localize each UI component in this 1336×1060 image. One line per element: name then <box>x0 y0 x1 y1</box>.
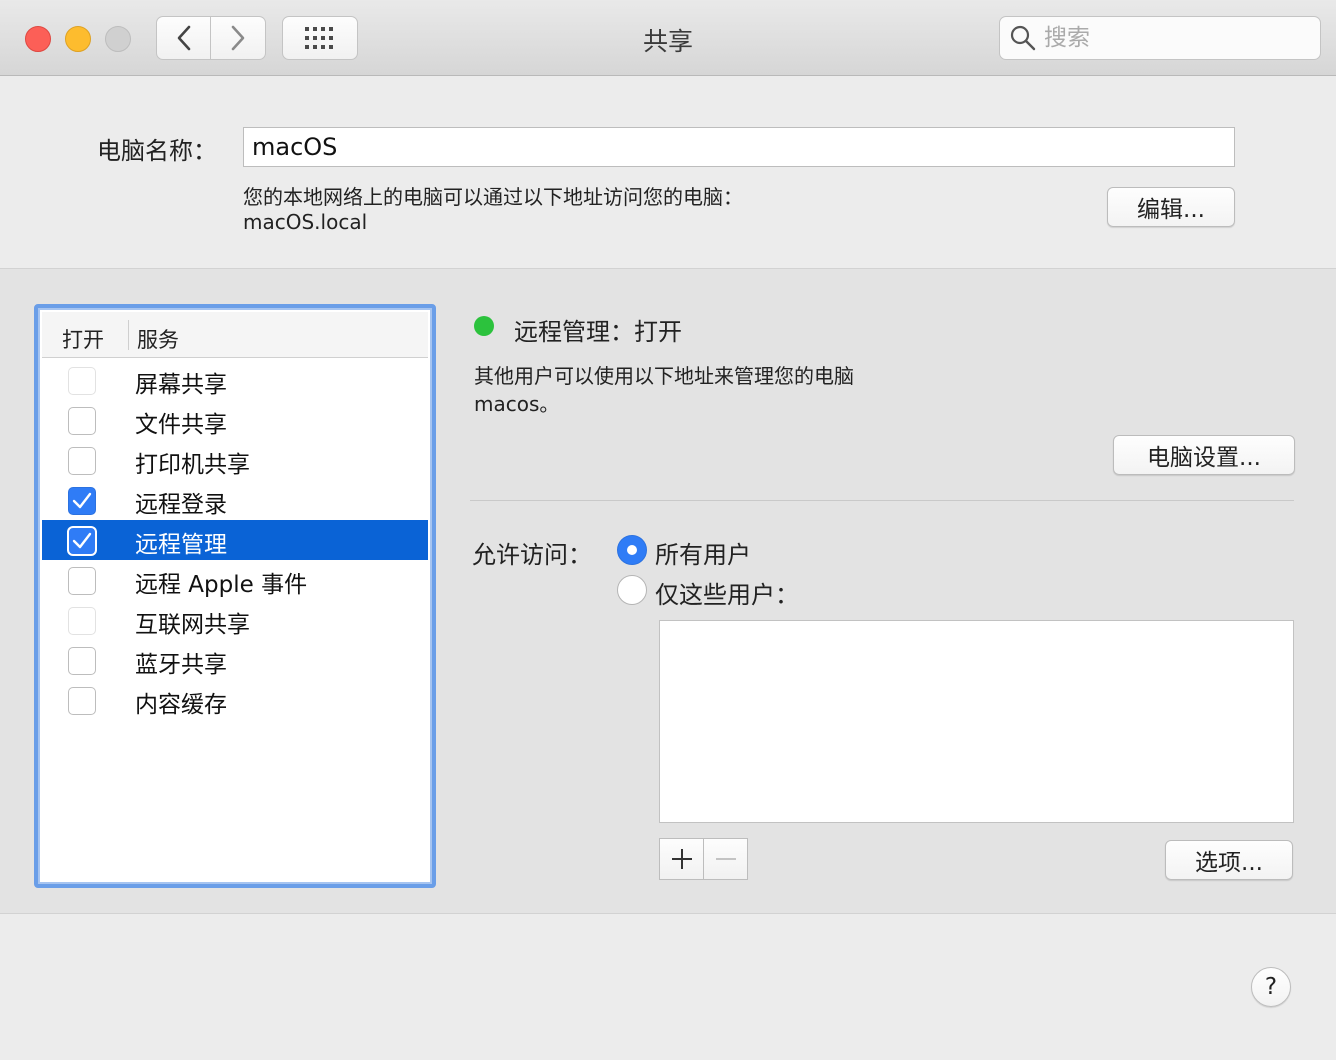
options-button[interactable]: 选项... <box>1165 840 1293 880</box>
search-icon <box>1010 25 1036 51</box>
checkbox[interactable] <box>68 607 96 635</box>
radio-only-these-users[interactable] <box>617 575 647 605</box>
column-divider <box>128 320 129 350</box>
checkbox[interactable] <box>68 407 96 435</box>
services-list-header: 打开 服务 <box>42 312 428 358</box>
service-label: 文件共享 <box>135 412 227 438</box>
management-hostname: macos。 <box>474 392 560 416</box>
service-label: 远程登录 <box>135 492 227 518</box>
column-header-on[interactable]: 打开 <box>62 324 104 354</box>
radio-dot <box>627 545 637 555</box>
add-user-button[interactable] <box>659 838 704 880</box>
service-label: 屏幕共享 <box>135 372 227 398</box>
separator <box>470 500 1294 501</box>
service-row-file-sharing[interactable]: 文件共享 <box>42 400 428 440</box>
service-label: 蓝牙共享 <box>135 652 227 678</box>
checkbox[interactable] <box>68 527 96 555</box>
local-hostname: macOS.local <box>243 210 368 234</box>
checkmark-icon <box>72 492 92 509</box>
checkbox[interactable] <box>68 647 96 675</box>
radio-all-users-label[interactable]: 所有用户 <box>655 535 751 570</box>
checkbox[interactable] <box>68 567 96 595</box>
radio-only-these-users-label[interactable]: 仅这些用户： <box>655 575 799 610</box>
checkbox[interactable] <box>68 487 96 515</box>
computer-name-label: 电脑名称： <box>97 137 217 165</box>
service-row-internet-sharing[interactable]: 互联网共享 <box>42 600 428 640</box>
status-indicator <box>474 316 494 336</box>
service-label: 互联网共享 <box>135 612 250 638</box>
service-row-remote-management[interactable]: 远程管理 <box>42 520 428 560</box>
checkbox[interactable] <box>68 447 96 475</box>
checkbox[interactable] <box>68 687 96 715</box>
help-button[interactable]: ? <box>1251 967 1291 1007</box>
management-description: 其他用户可以使用以下地址来管理您的电脑 <box>474 364 854 388</box>
title-bar: 共享 <box>0 0 1336 76</box>
service-status: 远程管理：打开 <box>514 318 682 346</box>
allow-access-label: 允许访问： <box>472 541 592 569</box>
radio-all-users[interactable] <box>617 535 647 565</box>
edit-button[interactable]: 编辑... <box>1107 187 1235 227</box>
services-list[interactable]: 打开 服务 屏幕共享 文件共享 打印机共享 远程登录 远程管理 远程 Apple… <box>34 304 436 888</box>
computer-name-field[interactable] <box>243 127 1235 167</box>
local-address-note: 您的本地网络上的电脑可以通过以下地址访问您的电脑： <box>243 185 743 209</box>
column-header-service[interactable]: 服务 <box>137 324 179 354</box>
service-label: 内容缓存 <box>135 692 227 718</box>
service-row-remote-login[interactable]: 远程登录 <box>42 480 428 520</box>
checkmark-icon <box>72 532 92 549</box>
service-row-content-caching[interactable]: 内容缓存 <box>42 680 428 720</box>
service-label: 远程 Apple 事件 <box>135 572 308 598</box>
checkbox[interactable] <box>68 367 96 395</box>
computer-settings-button[interactable]: 电脑设置... <box>1113 435 1295 475</box>
service-row-bluetooth-sharing[interactable]: 蓝牙共享 <box>42 640 428 680</box>
remove-user-button[interactable] <box>703 838 748 880</box>
service-label: 打印机共享 <box>135 452 250 478</box>
search-field[interactable] <box>999 16 1321 60</box>
service-row-screen-sharing[interactable]: 屏幕共享 <box>42 360 428 400</box>
search-input[interactable] <box>1044 25 1304 51</box>
service-row-remote-apple-events[interactable]: 远程 Apple 事件 <box>42 560 428 600</box>
service-row-printer-sharing[interactable]: 打印机共享 <box>42 440 428 480</box>
minus-icon <box>715 858 736 860</box>
service-label: 远程管理 <box>135 532 227 558</box>
users-list[interactable] <box>659 620 1294 823</box>
plus-icon <box>671 849 692 869</box>
